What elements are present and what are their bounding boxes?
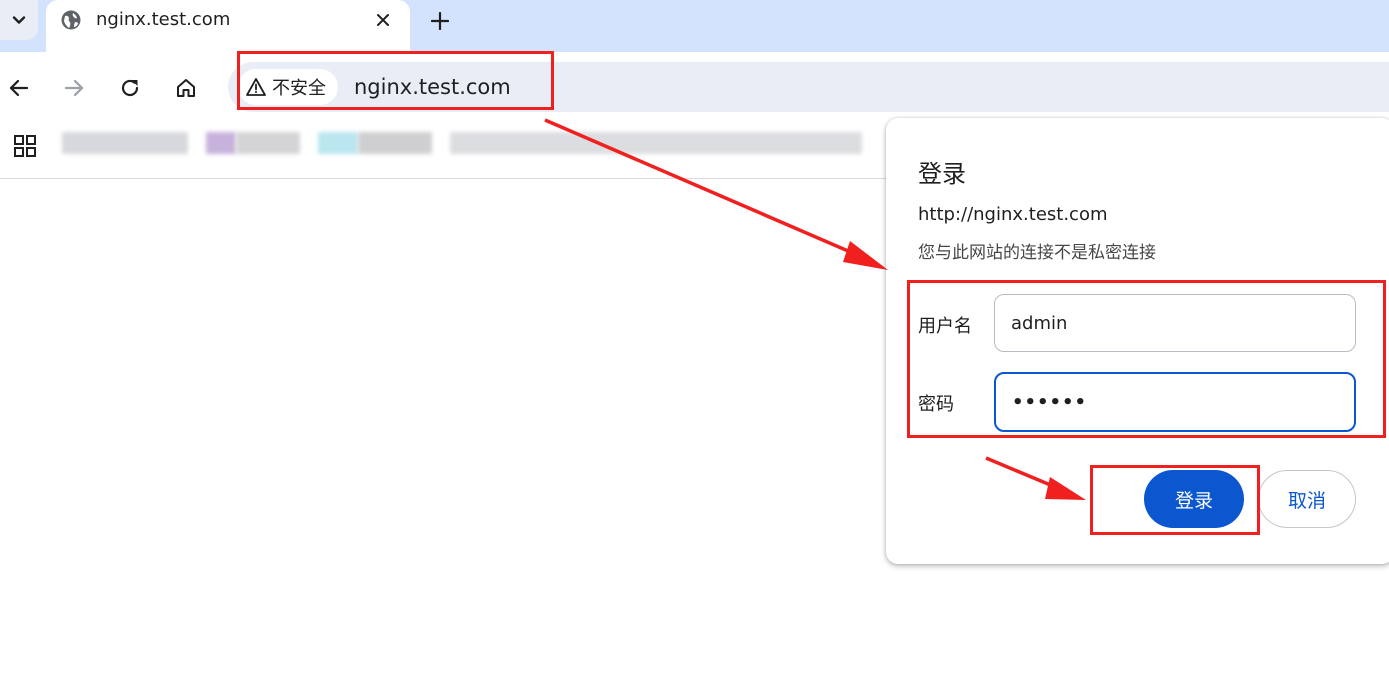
annotation-arrowhead-1 [843, 241, 888, 270]
browser-window: nginx.test.com 不安全 nginx.test.com 登录 htt… [0, 0, 1389, 689]
annotation-arrow-1 [544, 118, 863, 259]
annotation-arrows [544, 118, 1086, 500]
annotation-arrowhead-2 [1045, 477, 1086, 500]
